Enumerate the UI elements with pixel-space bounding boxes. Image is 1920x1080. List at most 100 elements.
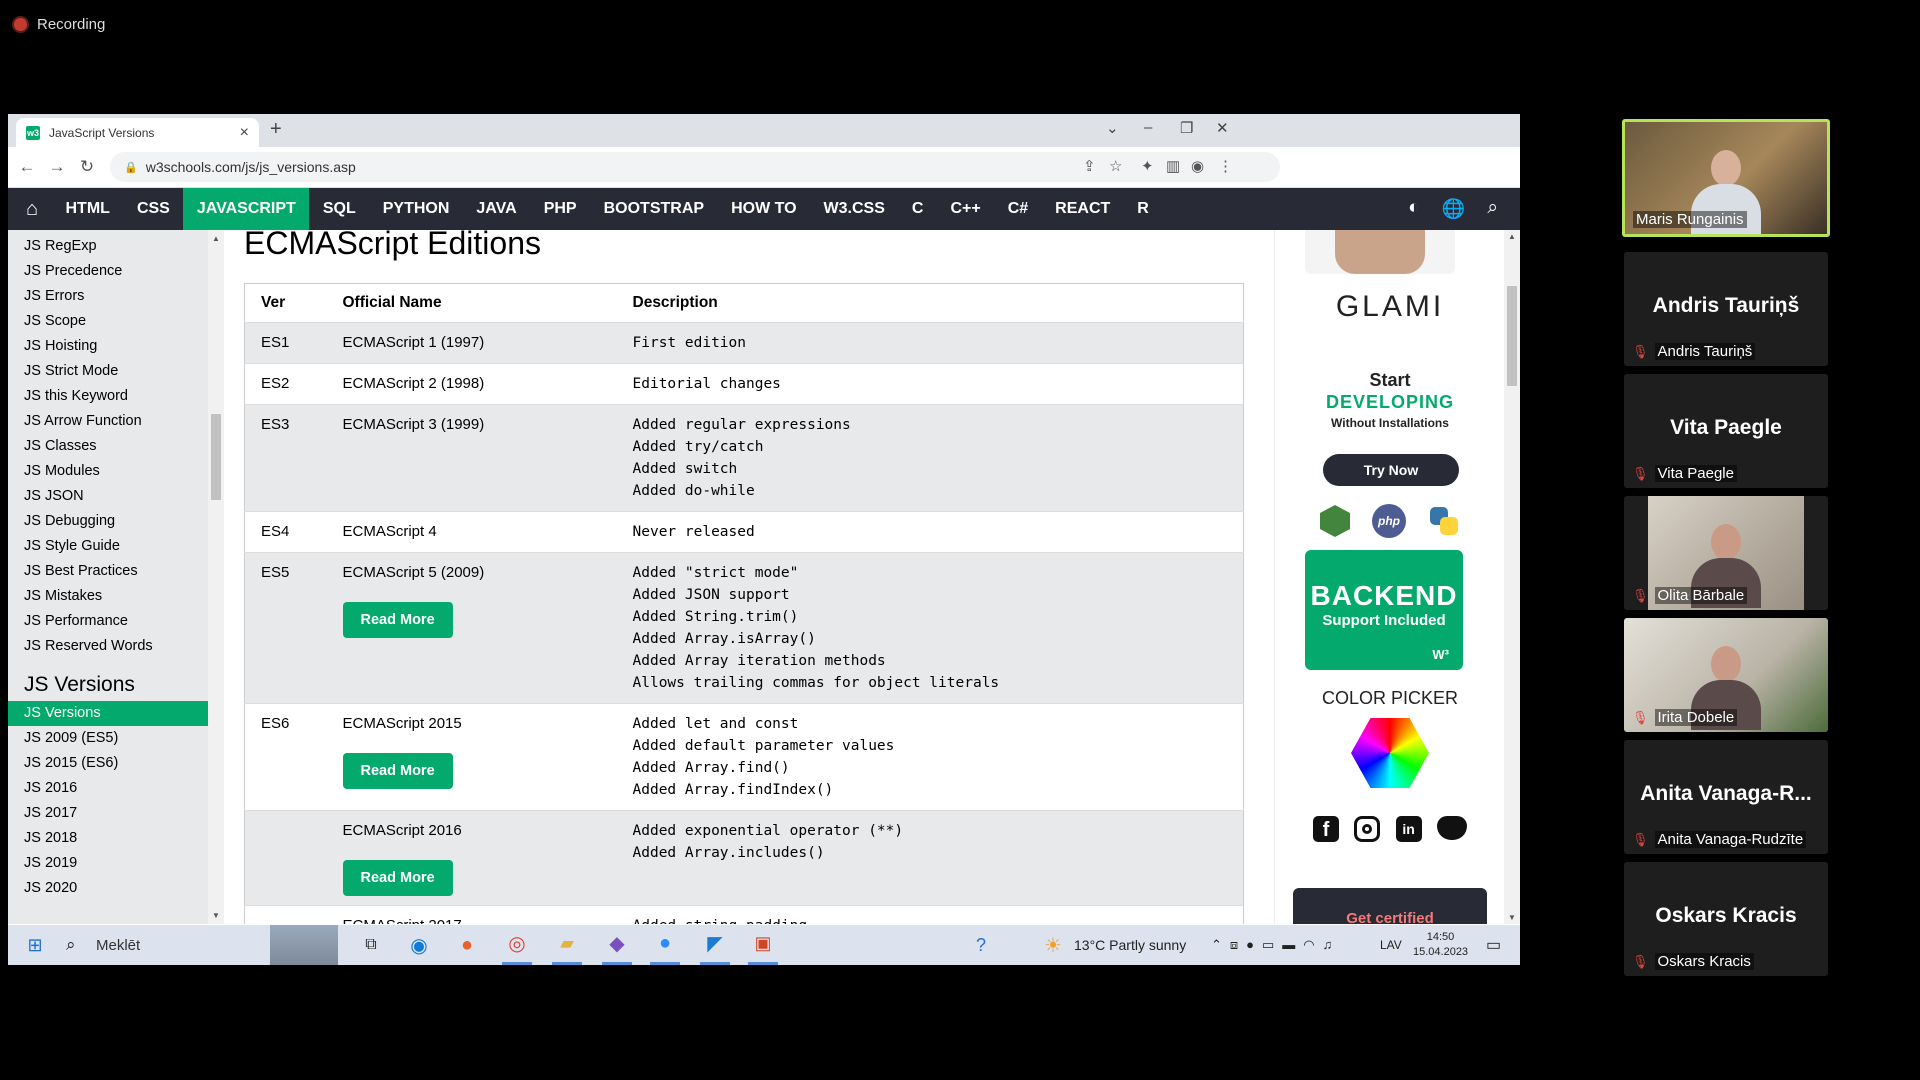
powerpoint-icon[interactable]: ▣: [748, 925, 778, 965]
sidebar-item[interactable]: JS JSON: [8, 484, 208, 509]
nav-item-java[interactable]: JAVA: [463, 188, 530, 230]
weather-text[interactable]: 13°C Partly sunny: [1074, 925, 1186, 965]
nav-item-css[interactable]: CSS: [123, 188, 183, 230]
taskbar-search-icon[interactable]: ⌕: [66, 925, 76, 965]
linkedin-icon[interactable]: in: [1395, 816, 1422, 842]
task-view-icon[interactable]: ⧉: [358, 925, 384, 965]
minimize-icon[interactable]: –: [1144, 119, 1152, 136]
sidebar-item[interactable]: JS 2015 (ES6): [8, 751, 208, 776]
sidebar-item[interactable]: JS Scope: [8, 309, 208, 334]
nav-item-bootstrap[interactable]: BOOTSTRAP: [590, 188, 717, 230]
facebook-icon[interactable]: f: [1313, 816, 1339, 842]
sidebar-item[interactable]: JS Mistakes: [8, 584, 208, 609]
backend-ad-banner[interactable]: BACKEND Support Included W³: [1305, 550, 1463, 670]
new-tab-icon[interactable]: +: [270, 118, 282, 141]
try-now-button[interactable]: Try Now: [1323, 454, 1459, 486]
read-more-button[interactable]: Read More: [342, 753, 453, 789]
globe-icon[interactable]: 🌐: [1442, 197, 1466, 221]
help-icon[interactable]: ?: [976, 925, 986, 965]
tab-search-chevron-icon[interactable]: ⌄: [1106, 119, 1119, 137]
reload-icon[interactable]: ↻: [72, 157, 102, 177]
sidebar-item[interactable]: JS 2019: [8, 851, 208, 876]
sidebar-item[interactable]: JS 2017: [8, 801, 208, 826]
browser-tab[interactable]: w3 JavaScript Versions ×: [16, 118, 259, 147]
bookmark-star-icon[interactable]: ☆: [1109, 157, 1122, 175]
get-certified-banner[interactable]: Get certified: [1293, 888, 1487, 924]
search-icon[interactable]: ⌕: [1487, 197, 1498, 221]
nav-item-html[interactable]: HTML: [52, 188, 123, 230]
sidebar-item[interactable]: JS Style Guide: [8, 534, 208, 559]
sidebar-item[interactable]: JS 2018: [8, 826, 208, 851]
nav-item-csharp[interactable]: C#: [994, 188, 1041, 230]
discord-icon[interactable]: [1436, 816, 1467, 840]
read-more-button[interactable]: Read More: [342, 602, 453, 638]
edge-icon[interactable]: ◉: [406, 925, 432, 965]
nav-item-python[interactable]: PYTHON: [369, 188, 463, 230]
notifications-icon[interactable]: ▭: [1486, 925, 1501, 965]
share-icon[interactable]: ⇪: [1083, 157, 1096, 175]
participant-tile[interactable]: Anita Vanaga-R... 🎙 Anita Vanaga-Rudzīte: [1624, 740, 1828, 854]
home-icon[interactable]: ⌂: [12, 198, 52, 221]
participant-tile[interactable]: 🎙 Olita Bārbale: [1624, 496, 1828, 610]
nav-item-sql[interactable]: SQL: [309, 188, 369, 230]
dark-mode-icon[interactable]: ◐: [1408, 197, 1419, 221]
sidebar-item[interactable]: JS Strict Mode: [8, 359, 208, 384]
menu-kebab-icon[interactable]: ⋮: [1218, 157, 1233, 175]
nav-item-cpp[interactable]: C++: [937, 188, 994, 230]
nav-item-c[interactable]: C: [898, 188, 937, 230]
page-scroll-down-icon[interactable]: ▼: [1508, 913, 1516, 922]
profile-avatar-icon[interactable]: ◉: [1191, 157, 1204, 175]
sidebar-item[interactable]: JS Versions: [8, 701, 208, 726]
sidebar-item[interactable]: JS this Keyword: [8, 384, 208, 409]
participant-tile[interactable]: Andris Tauriņš 🎙 Andris Tauriņš: [1624, 252, 1828, 366]
participant-tile[interactable]: Oskars Kracis 🎙 Oskars Kracis: [1624, 862, 1828, 976]
sidebar-item[interactable]: JS 2020: [8, 876, 208, 901]
firefox-icon[interactable]: ●: [454, 925, 480, 965]
taskbar-search-box[interactable]: Meklēt: [96, 925, 140, 965]
nav-item-r[interactable]: R: [1124, 188, 1163, 230]
sidebar-item[interactable]: JS 2016: [8, 776, 208, 801]
sidebar-scroll-thumb[interactable]: [211, 414, 221, 500]
nav-item-howto[interactable]: HOW TO: [718, 188, 810, 230]
sidebar-item[interactable]: JS Hoisting: [8, 334, 208, 359]
restore-icon[interactable]: ❐: [1180, 119, 1193, 137]
participant-tile[interactable]: Vita Paegle 🎙 Vita Paegle: [1624, 374, 1828, 488]
glami-logo[interactable]: GLAMI: [1275, 290, 1505, 324]
nav-item-w3css[interactable]: W3.CSS: [810, 188, 898, 230]
url-field[interactable]: 🔒 w3schools.com/js/js_versions.asp: [110, 152, 1280, 182]
page-scrollbar[interactable]: ▲ ▼: [1504, 230, 1520, 924]
side-panel-icon[interactable]: ▥: [1166, 157, 1180, 175]
sidebar-item[interactable]: JS 2009 (ES5): [8, 726, 208, 751]
nav-item-javascript[interactable]: JAVASCRIPT: [183, 188, 310, 230]
windows-start-icon[interactable]: ⊞: [20, 925, 50, 965]
weather-icon[interactable]: ☀: [1044, 925, 1062, 965]
fashion-ad-image[interactable]: [1305, 230, 1455, 274]
sidebar-item[interactable]: JS Errors: [8, 284, 208, 309]
zoom-icon[interactable]: ●: [650, 925, 680, 965]
page-scroll-thumb[interactable]: [1507, 286, 1517, 386]
language-indicator[interactable]: LAV: [1380, 925, 1402, 965]
file-explorer-icon[interactable]: ▰: [552, 925, 582, 965]
color-picker-title[interactable]: COLOR PICKER: [1275, 688, 1505, 709]
close-tab-icon[interactable]: ×: [240, 124, 249, 142]
sidebar-item[interactable]: JS Best Practices: [8, 559, 208, 584]
sidebar-item[interactable]: JS Classes: [8, 434, 208, 459]
close-window-icon[interactable]: ✕: [1216, 119, 1229, 137]
nav-item-php[interactable]: PHP: [530, 188, 590, 230]
visual-studio-icon[interactable]: ◆: [602, 925, 632, 965]
read-more-button[interactable]: Read More: [342, 860, 453, 896]
chrome-icon[interactable]: ◎: [502, 925, 532, 965]
sidebar-item[interactable]: JS Modules: [8, 459, 208, 484]
participant-tile[interactable]: Maris Rungainis: [1622, 119, 1830, 237]
participant-tile[interactable]: 🎙 Irita Dobele: [1624, 618, 1828, 732]
forward-icon[interactable]: →: [42, 157, 72, 177]
sidebar-item[interactable]: JS Performance: [8, 609, 208, 634]
sidebar-item[interactable]: JS Reserved Words: [8, 634, 208, 659]
back-icon[interactable]: ←: [12, 157, 42, 177]
sidebar-item[interactable]: JS RegExp: [8, 234, 208, 259]
extensions-puzzle-icon[interactable]: ✦: [1141, 157, 1154, 175]
scroll-down-arrow-icon[interactable]: ▼: [212, 911, 220, 920]
vscode-icon[interactable]: ◤: [700, 925, 730, 965]
sidebar-scrollbar[interactable]: ▲ ▼: [208, 230, 224, 924]
page-scroll-up-icon[interactable]: ▲: [1508, 232, 1516, 241]
